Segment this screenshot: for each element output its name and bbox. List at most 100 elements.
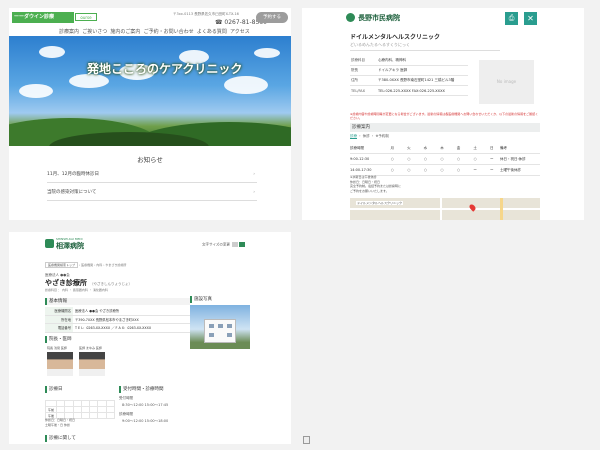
hours-notes: ※水曜日は午後休診 休診日：日曜日・祝日 完全予約制。電話予約または診察時に ご… — [350, 175, 465, 193]
hours-note: 休診日：日曜日・祝日 土曜午後・日 休診 — [45, 418, 125, 427]
hours-cell: ー — [483, 153, 500, 165]
tab-consult[interactable]: 診療 — [350, 134, 357, 139]
warning-note: ※診療内容や診療時間等が変更になる場合がございます。最新の情報は各医療機関へお問… — [350, 112, 539, 120]
hours-note: 休日・祝日:休診 — [500, 153, 540, 165]
breadcrumb-item: やまざき診療所 — [105, 263, 127, 267]
clinic-site-aizawa: SHINSEI-KAI MEDI 相澤病院 文字サイズの変更 医療機関検索トップ… — [9, 232, 291, 444]
info-value: 〒390-7XXX 長野県松本市やまざき町XXX — [73, 315, 190, 325]
basic-info-table: 医療機関名 医療法人 ●●会 やざき診療所 所在地 〒390-7XXX 長野県松本市… — [45, 307, 190, 333]
clinic-name: ドイルメンタルヘルスクリニック — [350, 34, 441, 41]
tag: 循環器内科 — [72, 288, 88, 292]
nav-item[interactable]: 診療案内 — [59, 29, 79, 35]
doctor-photo — [79, 352, 105, 376]
breadcrumb: 医療機関検索トップ › 医療機関 › 内科 › やまざき診療所 — [45, 262, 126, 268]
clinic-kana: どいるめんたるへるすくりにっく — [350, 42, 500, 51]
no-image-placeholder: No image — [479, 60, 534, 104]
doctor-name: 医師 まゆみ 医師 — [79, 346, 102, 350]
clinic-info-table: 診療科目 心療内科、精神科 院長 ドイルアキラ 医師 住所 〒380-0XXX 長野市… — [350, 56, 468, 96]
font-size-normal-button[interactable] — [232, 242, 239, 247]
clinic-name-text: やざき診療所 — [45, 279, 87, 287]
col-header: 金 — [450, 143, 467, 154]
news-item-label: 当院の感染対策について — [47, 190, 97, 195]
reception-hours: 8:30〜12:00 15:00〜17:45 — [122, 403, 169, 407]
hours-cell: ー — [466, 164, 484, 176]
logo-tag: ourse — [75, 13, 97, 21]
hours-cell: ○ — [417, 164, 434, 176]
hours-cell: ○ — [433, 153, 451, 165]
map-road — [440, 198, 442, 220]
table-row: 住所 〒380-0XXX 長野市南石堂町1421 三橋ビル3階 — [350, 75, 468, 86]
hours-cell: ー — [483, 164, 500, 176]
font-size-large-button[interactable] — [239, 242, 246, 247]
info-value: 心療内科、精神科 — [377, 56, 468, 66]
hours-cell: ○ — [384, 164, 401, 176]
col-header: 備考 — [500, 143, 540, 154]
tab-closed[interactable]: 休診 — [363, 134, 370, 138]
hospital-logo-icon — [346, 13, 355, 22]
reception-label: 受付時間 — [119, 396, 133, 400]
printer-icon[interactable]: ⎙ — [505, 12, 518, 25]
clinic-site-nagano: 長野市民病院 ⎙ ✕ ドイルメンタルヘルスクリニック どいるめんたるへるすくりに… — [302, 8, 584, 220]
info-value: TEL:026-225-XXXX FAX:026-225-XXXX — [377, 85, 468, 96]
info-value: T E L：0263-XX-XXXX ／ F A X：0263-XX-XXXX — [73, 323, 190, 333]
hours-cell: ○ — [400, 153, 418, 165]
news-item[interactable]: 当院の感染対策について › — [47, 186, 257, 201]
hero-title: 発地こころのケアクリニック — [87, 62, 243, 76]
breadcrumb-item[interactable]: 医療機関検索トップ — [45, 262, 79, 268]
table-row: 所在地 〒390-7XXX 長野県松本市やまざき町XXX — [45, 315, 190, 325]
cloud — [224, 76, 268, 94]
site-logo[interactable]: 長野市民病院 — [358, 13, 400, 23]
hours-cell: ○ — [433, 164, 451, 176]
table-row: 診療科目 心療内科、精神科 — [350, 56, 468, 66]
site-logo[interactable]: 相澤病院 — [56, 241, 84, 251]
chevron-right-icon: › — [253, 172, 255, 177]
doctor-name: 院長 浅間 医師 — [47, 346, 67, 350]
nav-item[interactable]: ご予約・お問い合わせ — [144, 29, 194, 35]
hours-cell: ○ — [417, 153, 434, 165]
nav-item[interactable]: アクセス — [230, 29, 250, 35]
hero-image — [9, 36, 291, 146]
clinic-kana: （やざきしんりょうじょ） — [90, 282, 132, 286]
nav-item[interactable]: 施内のご案内 — [110, 29, 140, 35]
clinic-name: やざき診療所 （やざきしんりょうじょ） — [45, 278, 132, 288]
news-item[interactable]: 11月、12月の臨時休診日 › — [47, 168, 257, 183]
close-icon[interactable]: ✕ — [524, 12, 537, 25]
breadcrumb-item[interactable]: 内科 — [96, 263, 102, 267]
section-heading: 診療案内 — [350, 123, 540, 132]
map-road — [500, 198, 503, 220]
site-logo[interactable]: ーーダウイン診療 — [12, 12, 74, 23]
breadcrumb-item[interactable]: 医療機関 — [81, 263, 93, 267]
section-heading: 施設写真 — [190, 296, 250, 303]
weekly-hours-table: 午前 午後 — [45, 400, 116, 419]
hours-cell: ○ — [466, 153, 484, 165]
info-key: 電話番号 — [45, 323, 73, 333]
nav-item[interactable]: よくある質問 — [197, 29, 227, 35]
tag: 診療科目 — [45, 288, 58, 292]
department-tags: 診療科目 ： 内科 ・ 循環器内科 ・ 消化器内科 — [45, 288, 108, 292]
section-heading: 受付時間・診療時間 — [119, 386, 189, 393]
col-header: 日 — [483, 143, 500, 154]
tag: 内科 — [61, 288, 68, 292]
info-value: ドイルアキラ 医師 — [377, 65, 468, 76]
note-line: ご予約をお願いいたします。 — [350, 188, 389, 193]
map-pin-icon[interactable] — [468, 203, 477, 212]
section-heading: 院長・医師 — [45, 336, 190, 343]
section-heading: 診療に関して — [45, 435, 190, 442]
reserve-button[interactable]: 予約する — [256, 12, 288, 23]
hours-table: 診療時間 月 火 水 木 金 土 日 備考 9:00-12:30 ○ ○ ○ ○… — [350, 143, 540, 176]
col-header: 火 — [400, 143, 418, 154]
table-row: 9:00-12:30 ○ ○ ○ ○ ○ ○ ー 休日・祝日:休診 — [350, 153, 540, 165]
cloud — [19, 84, 53, 98]
table-row: 医療機関名 医療法人 ●●会 やざき診療所 — [45, 307, 190, 316]
col-header: 土 — [466, 143, 484, 154]
font-size-label: 文字サイズの変更 — [202, 242, 230, 247]
map[interactable]: ドイルメンタルヘルスクリニック — [350, 198, 540, 220]
hours-cell: ○ — [450, 164, 467, 176]
tab-reserve[interactable]: ※予約制 — [375, 134, 388, 138]
facility-photo — [190, 305, 250, 349]
map-road — [350, 208, 540, 210]
time-slot: 14:00-17:30 — [350, 164, 384, 176]
table-row: 電話番号 T E L：0263-XX-XXXX ／ F A X：0263-XX-X… — [45, 323, 190, 333]
nav-item[interactable]: ご挨いさつ — [82, 29, 107, 35]
news-item-label: 11月、12月の臨時休診日 — [47, 172, 99, 177]
